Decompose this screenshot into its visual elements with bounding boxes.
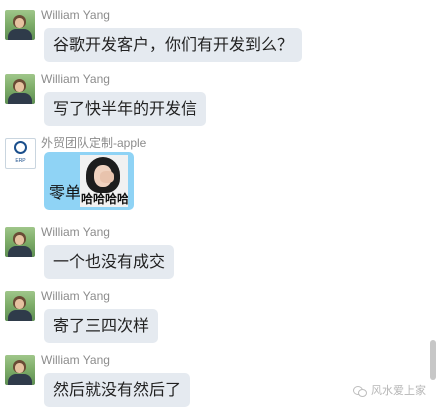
sender-name[interactable]: William Yang <box>41 71 110 87</box>
message-bubble[interactable]: 写了快半年的开发信 <box>44 92 207 126</box>
message-bubble-sticker[interactable]: 零单 哈哈哈哈 <box>44 152 134 210</box>
sender-name[interactable]: William Yang <box>41 7 110 23</box>
avatar[interactable] <box>5 291 35 321</box>
sender-name[interactable]: William Yang <box>41 224 110 240</box>
laughing-girl-sticker-icon[interactable]: 哈哈哈哈 <box>80 155 128 207</box>
message-text: 零单 <box>49 183 82 202</box>
scrollbar-thumb[interactable] <box>430 340 436 380</box>
avatar[interactable] <box>5 10 35 40</box>
sender-name[interactable]: William Yang <box>41 288 110 304</box>
avatar[interactable] <box>5 227 35 257</box>
avatar[interactable]: ERP <box>5 138 36 169</box>
message-bubble[interactable]: 寄了三四次样 <box>44 309 159 343</box>
watermark: 风水爱上家 <box>353 382 426 398</box>
wechat-icon <box>353 386 367 398</box>
sender-name[interactable]: 外贸团队定制-apple <box>41 135 146 151</box>
company-logo-icon <box>14 141 27 154</box>
watermark-text: 风水爱上家 <box>371 385 426 397</box>
avatar[interactable] <box>5 355 35 385</box>
avatar-logo-text: ERP <box>15 158 26 164</box>
message-bubble[interactable]: 一个也没有成交 <box>44 245 175 279</box>
avatar[interactable] <box>5 74 35 104</box>
message-bubble[interactable]: 谷歌开发客户，你们有开发到么？ <box>44 28 303 62</box>
sticker-caption: 哈哈哈哈 <box>81 192 128 206</box>
message-bubble[interactable]: 然后就没有然后了 <box>44 373 191 407</box>
chat-history[interactable]: William Yang 谷歌开发客户，你们有开发到么？ William Yan… <box>0 0 438 412</box>
sender-name[interactable]: William Yang <box>41 352 110 368</box>
